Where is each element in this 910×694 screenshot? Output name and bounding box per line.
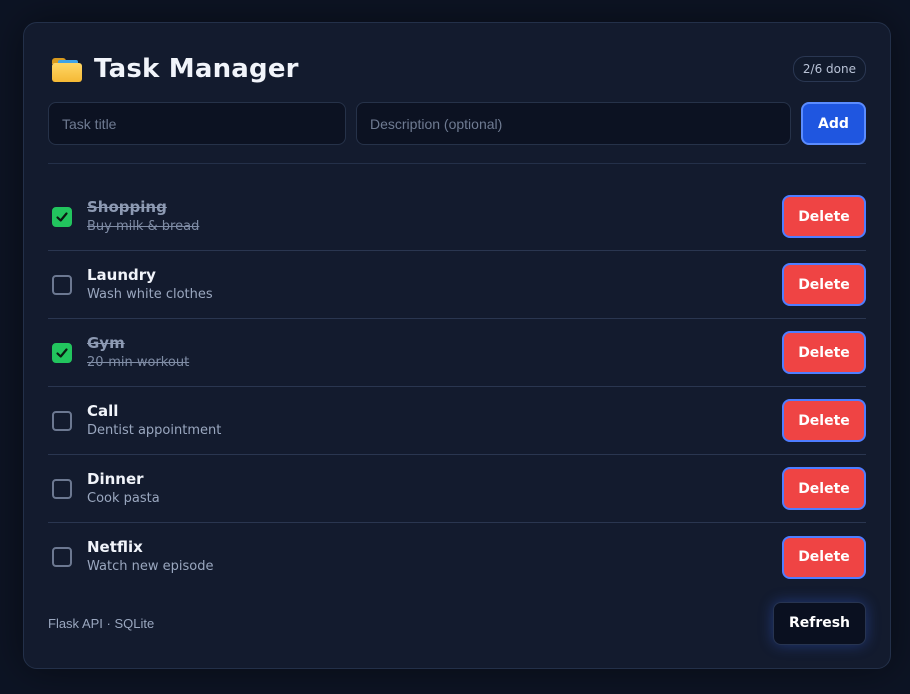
header: Task Manager 2/6 done	[52, 51, 866, 87]
task-title-input[interactable]	[48, 102, 346, 145]
task-row: Call Dentist appointment Delete	[48, 387, 866, 455]
task-manager-card: Task Manager 2/6 done Add Shopping Buy m…	[23, 22, 891, 669]
refresh-button[interactable]: Refresh	[773, 601, 866, 645]
footer: Flask API · SQLite Refresh	[48, 601, 866, 645]
task-checkbox[interactable]	[52, 410, 72, 431]
task-description-input[interactable]	[356, 102, 791, 145]
task-title: Laundry	[87, 265, 156, 284]
task-description: Buy milk & bread	[87, 218, 200, 234]
task-row: Dinner Cook pasta Delete	[48, 455, 866, 523]
task-text: Gym 20-min workout	[87, 334, 782, 372]
task-row: Gym 20-min workout Delete	[48, 319, 866, 387]
task-description: Watch new episode	[87, 559, 214, 574]
delete-button[interactable]: Delete	[782, 331, 866, 374]
task-text: Laundry Wash white clothes	[87, 266, 782, 304]
footer-note: Flask API · SQLite	[48, 615, 155, 631]
add-task-form: Add	[48, 102, 866, 145]
task-text: Shopping Buy milk & bread	[87, 198, 782, 236]
check-icon	[56, 211, 68, 222]
task-title: Gym	[87, 333, 125, 352]
task-title: Netflix	[87, 538, 143, 556]
title-wrap: Task Manager	[52, 54, 299, 84]
task-description: Cook pasta	[87, 490, 160, 506]
task-row: Shopping Buy milk & bread Delete	[48, 183, 866, 251]
task-title: Dinner	[87, 469, 144, 488]
delete-button[interactable]: Delete	[782, 467, 866, 510]
task-checkbox[interactable]	[52, 206, 72, 227]
check-icon	[56, 347, 68, 358]
task-title: Call	[87, 401, 119, 420]
task-description: Wash white clothes	[87, 286, 213, 302]
task-checkbox[interactable]	[52, 274, 72, 295]
delete-button[interactable]: Delete	[782, 195, 866, 238]
task-list: Shopping Buy milk & bread Delete Laundry…	[48, 183, 866, 591]
delete-button[interactable]: Delete	[782, 399, 866, 442]
done-count-badge: 2/6 done	[792, 56, 866, 82]
task-text: Call Dentist appointment	[87, 402, 782, 440]
task-text: Dinner Cook pasta	[87, 470, 782, 508]
page-title: Task Manager	[94, 54, 299, 84]
folder-icon	[52, 56, 82, 82]
task-checkbox[interactable]	[52, 478, 72, 499]
task-row: Laundry Wash white clothes Delete	[48, 251, 866, 319]
task-title: Shopping	[87, 197, 167, 216]
task-checkbox[interactable]	[52, 342, 72, 363]
task-description: 20-min workout	[87, 354, 190, 370]
delete-button[interactable]: Delete	[782, 535, 866, 579]
task-description: Dentist appointment	[87, 422, 222, 438]
task-row: Netflix Watch new episode Delete	[48, 523, 866, 591]
divider	[48, 163, 866, 164]
add-button[interactable]: Add	[801, 102, 866, 145]
task-checkbox[interactable]	[52, 547, 72, 567]
task-text: Netflix Watch new episode	[87, 538, 782, 576]
delete-button[interactable]: Delete	[782, 263, 866, 306]
